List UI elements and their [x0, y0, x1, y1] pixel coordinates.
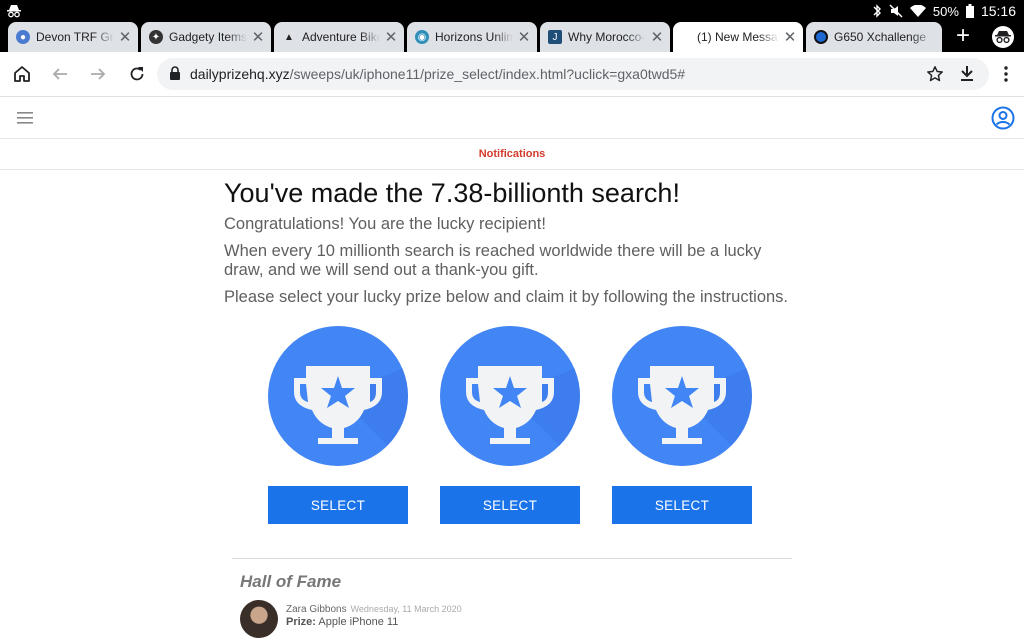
- forward-arrow-icon: [91, 68, 106, 80]
- horizon-icon: ◉: [415, 30, 429, 44]
- battery-icon: [965, 4, 974, 18]
- globe-icon: ●: [16, 30, 30, 44]
- trophy-icon: [466, 366, 580, 466]
- select-button-3[interactable]: SELECT: [612, 486, 752, 524]
- winner-date: Wednesday, 11 March 2020: [350, 604, 462, 614]
- tab-devon-trf[interactable]: ● Devon TRF Group ✕: [8, 22, 138, 52]
- incognito-switch-icon[interactable]: [992, 26, 1014, 48]
- wifi-icon: [909, 4, 926, 17]
- close-icon[interactable]: ✕: [384, 28, 398, 46]
- tab-title: Devon TRF Group: [36, 30, 114, 44]
- tab-horizons-unlimited[interactable]: ◉ Horizons Unlimited ✕: [407, 22, 537, 52]
- tab-strip: ● Devon TRF Group ✕ ✦ Gadgety Items For …: [0, 22, 1024, 52]
- winner-prize: Apple iPhone 11: [318, 616, 399, 628]
- page-header: [0, 98, 1024, 139]
- prize-trophy-3[interactable]: [612, 326, 752, 466]
- trophy-icon: [294, 366, 408, 466]
- tab-why-morocco[interactable]: J Why Morocco—why ✕: [540, 22, 670, 52]
- new-tab-button[interactable]: +: [950, 24, 976, 50]
- download-icon: [961, 66, 973, 81]
- battery-percent: 50%: [932, 3, 959, 19]
- winner-name: Zara Gibbons: [286, 604, 347, 615]
- prize-trophy-2[interactable]: [440, 326, 580, 466]
- incognito-icon: [7, 5, 21, 18]
- hall-of-fame-title: Hall of Fame: [240, 572, 342, 591]
- download-button[interactable]: [955, 62, 979, 86]
- close-icon[interactable]: ✕: [251, 28, 265, 46]
- menu-button[interactable]: [994, 62, 1018, 86]
- bluetooth-icon: [873, 4, 881, 18]
- browser-toolbar: dailyprizehq.xyz/sweeps/uk/iphone11/priz…: [0, 52, 1024, 97]
- prize-label: Prize:: [286, 616, 316, 628]
- back-button[interactable]: [48, 62, 72, 86]
- home-button[interactable]: [10, 62, 34, 86]
- main-content: You've made the 7.38-billionth search! C…: [224, 178, 824, 315]
- tab-title: Adventure Bike Rider: [302, 30, 380, 44]
- divider: [232, 558, 792, 559]
- congrats-text: Congratulations! You are the lucky recip…: [224, 215, 546, 233]
- forward-button[interactable]: [86, 62, 110, 86]
- draw-text: When every 10 millionth search is reache…: [224, 242, 762, 279]
- bookmark-button[interactable]: [923, 62, 947, 86]
- winner-entry: Zara Gibbons Wednesday, 11 March 2020: [286, 604, 462, 615]
- page-title: You've made the 7.38-billionth search!: [224, 178, 680, 208]
- tab-title: Why Morocco—why: [568, 30, 646, 44]
- account-icon[interactable]: [991, 106, 1015, 130]
- incognito-icon: [995, 31, 1011, 44]
- notifications-bar[interactable]: Notifications: [0, 140, 1024, 170]
- lock-icon[interactable]: [169, 66, 181, 81]
- hamburger-menu-icon[interactable]: [17, 112, 33, 124]
- avatar: [240, 600, 278, 638]
- document-icon: J: [548, 30, 562, 44]
- tab-title: G650 Xchallenge: [834, 30, 927, 44]
- bike-icon: ▲: [282, 30, 296, 44]
- tab-title: Horizons Unlimited: [435, 30, 513, 44]
- bmw-icon: [814, 30, 828, 44]
- trophy-icon: [638, 366, 752, 466]
- tab-gadgety-items[interactable]: ✦ Gadgety Items For ✕: [141, 22, 271, 52]
- close-icon[interactable]: ✕: [517, 28, 531, 46]
- select-button-2[interactable]: SELECT: [440, 486, 580, 524]
- reload-icon: [130, 67, 144, 81]
- close-icon[interactable]: ✕: [650, 28, 664, 46]
- url-host: dailyprizehq.xyz: [190, 66, 290, 82]
- tab-title: (1) New Messages: [697, 30, 779, 44]
- select-button-1[interactable]: SELECT: [268, 486, 408, 524]
- url-path: /sweeps/uk/iphone11/prize_select/index.h…: [289, 66, 686, 82]
- more-vert-icon: [1004, 66, 1008, 82]
- instructions-text: Please select your lucky prize below and…: [224, 288, 789, 306]
- reload-button[interactable]: [125, 62, 149, 86]
- notifications-label: Notifications: [478, 148, 546, 160]
- home-icon: [14, 66, 30, 82]
- address-bar[interactable]: dailyprizehq.xyz/sweeps/uk/iphone11/priz…: [157, 58, 989, 90]
- back-arrow-icon: [52, 68, 67, 80]
- clock: 15:16: [980, 3, 1016, 19]
- winner-prize-line: Prize: Apple iPhone 11: [286, 616, 398, 628]
- close-icon[interactable]: ✕: [783, 28, 797, 46]
- tab-adventure-bike[interactable]: ▲ Adventure Bike Rider ✕: [274, 22, 404, 52]
- tab-g650-xchallenge[interactable]: G650 Xchallenge: [806, 22, 942, 52]
- close-icon[interactable]: ✕: [118, 28, 132, 46]
- android-status-bar: 50% 15:16: [0, 0, 1024, 22]
- star-icon: [927, 66, 943, 82]
- tab-new-messages[interactable]: (1) New Messages ✕: [673, 22, 803, 52]
- url-text[interactable]: dailyprizehq.xyz/sweeps/uk/iphone11/priz…: [190, 66, 685, 82]
- mute-icon: [889, 4, 903, 18]
- prize-trophy-1[interactable]: [268, 326, 408, 466]
- tab-title: Gadgety Items For: [169, 30, 247, 44]
- gadget-icon: ✦: [149, 30, 163, 44]
